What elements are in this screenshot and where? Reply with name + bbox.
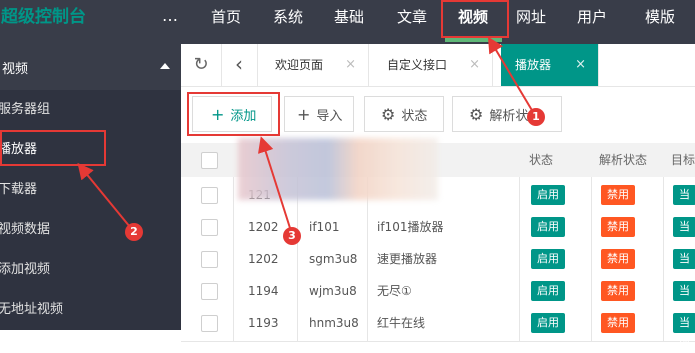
callout-2: 2 [125, 223, 143, 241]
arrow-3 [258, 136, 291, 229]
callout-3: 3 [283, 227, 301, 245]
arrow-1 [487, 36, 534, 113]
callout-1: 1 [527, 108, 545, 126]
arrow-2 [77, 162, 131, 228]
annotation-arrows [77, 36, 534, 229]
